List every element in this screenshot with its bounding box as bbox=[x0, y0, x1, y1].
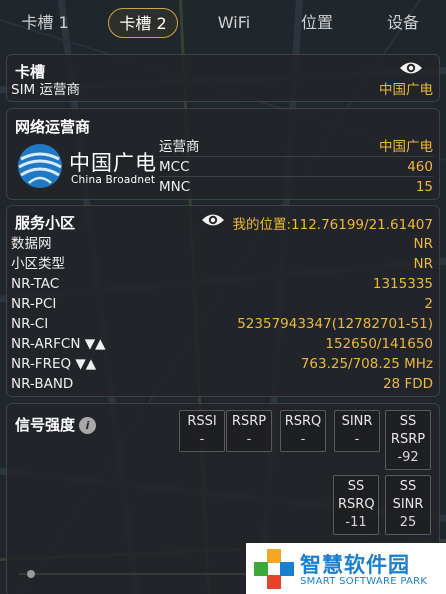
info-icon[interactable]: i bbox=[79, 417, 97, 434]
metric-value: - bbox=[300, 432, 306, 447]
tab-location[interactable]: 位置 bbox=[294, 8, 340, 38]
sim-panel-title: 卡槽 bbox=[15, 63, 46, 81]
watermark-logo-icon bbox=[254, 549, 294, 589]
metric-label: SS RSRP bbox=[390, 414, 426, 447]
operator-row: 运营商 中国广电 bbox=[159, 138, 433, 157]
metric-label: RSRP bbox=[231, 414, 267, 429]
cell-type-row: 小区类型 NR bbox=[11, 255, 433, 274]
ss-sinr-box: SS SINR 25 bbox=[385, 475, 431, 535]
sim-operator-row: SIM 运营商 中国广电 bbox=[11, 81, 433, 100]
tab-wifi[interactable]: WiFi bbox=[208, 8, 260, 38]
metric-value: -11 bbox=[345, 515, 367, 530]
row-key: NR-FREQ ▼▲ bbox=[11, 356, 97, 372]
tab-slot-2[interactable]: 卡槽 2 bbox=[108, 8, 178, 38]
eye-icon[interactable] bbox=[399, 60, 423, 76]
row-key: NR-ARFCN ▼▲ bbox=[11, 336, 106, 352]
mcc-row: MCC 460 bbox=[159, 158, 433, 177]
row-key: NR-BAND bbox=[11, 376, 74, 392]
data-network-row: 数据网 NR bbox=[11, 235, 433, 254]
metric-label: SINR bbox=[341, 414, 373, 429]
nr-freq-row[interactable]: NR-FREQ ▼▲ 763.25/708.25 MHz bbox=[11, 355, 433, 374]
watermark-title: 智慧软件园 bbox=[300, 553, 410, 577]
metric-value: - bbox=[199, 432, 205, 447]
row-value: 15 bbox=[415, 179, 433, 195]
row-value: 52357943347(12782701-51) bbox=[237, 316, 433, 332]
row-value: 中国广电 bbox=[379, 139, 433, 155]
operator-logo: 中国广电 China Broadnet bbox=[15, 139, 161, 195]
nr-tac-row: NR-TAC 1315335 bbox=[11, 275, 433, 294]
row-key: NR-PCI bbox=[11, 296, 57, 312]
metric-value: -92 bbox=[397, 450, 419, 465]
serving-cell-title: 服务小区 bbox=[15, 214, 76, 232]
metric-label: SS RSRQ bbox=[338, 479, 375, 512]
serving-cell-panel: 服务小区 我的位置:112.76199/21.61407 数据网 NR 小区类型… bbox=[6, 205, 440, 397]
tab-slot-1[interactable]: 卡槽 1 bbox=[14, 8, 76, 38]
row-value: 中国广电 bbox=[379, 82, 433, 98]
rssi-box: RSSI - bbox=[179, 410, 225, 452]
globe-icon bbox=[18, 144, 62, 188]
sinr-box: SINR - bbox=[334, 410, 380, 452]
metric-value: - bbox=[246, 432, 252, 447]
row-value: 28 FDD bbox=[382, 376, 433, 392]
watermark-subtitle: SMART SOFTWARE PARK bbox=[300, 576, 428, 587]
sim-panel: 卡槽 SIM 运营商 中国广电 bbox=[6, 54, 440, 102]
row-key: 小区类型 bbox=[11, 256, 65, 272]
metric-value: - bbox=[354, 432, 360, 447]
row-value: 763.25/708.25 MHz bbox=[300, 356, 433, 372]
tab-bar: 卡槽 1 卡槽 2 WiFi 位置 设备 bbox=[0, 0, 446, 48]
logo-subtext: China Broadnet bbox=[71, 174, 156, 186]
row-key: MNC bbox=[159, 179, 191, 195]
row-key: 数据网 bbox=[11, 236, 52, 252]
eye-icon[interactable] bbox=[201, 212, 225, 228]
rsrq-box: RSRQ - bbox=[280, 410, 326, 452]
row-value: NR bbox=[413, 256, 433, 272]
ss-rsrp-box: SS RSRP -92 bbox=[385, 410, 431, 470]
watermark: 智慧软件园 SMART SOFTWARE PARK bbox=[246, 543, 446, 594]
metric-label: RSRQ bbox=[284, 414, 322, 429]
row-value: 1315335 bbox=[372, 276, 433, 292]
row-value: 2 bbox=[424, 296, 433, 312]
row-value: NR bbox=[413, 236, 433, 252]
metric-label: RSSI bbox=[187, 414, 217, 429]
row-key: NR-CI bbox=[11, 316, 49, 332]
mnc-row: MNC 15 bbox=[159, 178, 433, 197]
nr-pci-row: NR-PCI 2 bbox=[11, 295, 433, 314]
nr-band-row: NR-BAND 28 FDD bbox=[11, 375, 433, 394]
row-key: MCC bbox=[159, 159, 190, 175]
row-key: 运营商 bbox=[159, 139, 200, 155]
row-key: SIM 运营商 bbox=[11, 82, 80, 98]
tab-device[interactable]: 设备 bbox=[380, 8, 426, 38]
nr-ci-row: NR-CI 52357943347(12782701-51) bbox=[11, 315, 433, 334]
row-value: 460 bbox=[407, 159, 433, 175]
signal-title-text: 信号强度 bbox=[15, 416, 76, 434]
row-value: 152650/141650 bbox=[325, 336, 433, 352]
logo-text: 中国广电 bbox=[69, 151, 157, 175]
ss-rsrq-box: SS RSRQ -11 bbox=[333, 475, 379, 535]
rsrp-box: RSRP - bbox=[226, 410, 272, 452]
metric-label: SS SINR bbox=[392, 479, 424, 512]
operator-panel: 网络运营商 中国广电 China Broadnet 运营商 中国广电 MCC 4… bbox=[6, 108, 440, 200]
row-key: NR-TAC bbox=[11, 276, 60, 292]
signal-panel-title: 信号强度 i bbox=[15, 414, 97, 435]
operator-panel-title: 网络运营商 bbox=[15, 118, 91, 136]
metric-value: 25 bbox=[399, 515, 417, 530]
nr-arfcn-row[interactable]: NR-ARFCN ▼▲ 152650/141650 bbox=[11, 335, 433, 354]
my-location: 我的位置:112.76199/21.61407 bbox=[232, 217, 433, 233]
